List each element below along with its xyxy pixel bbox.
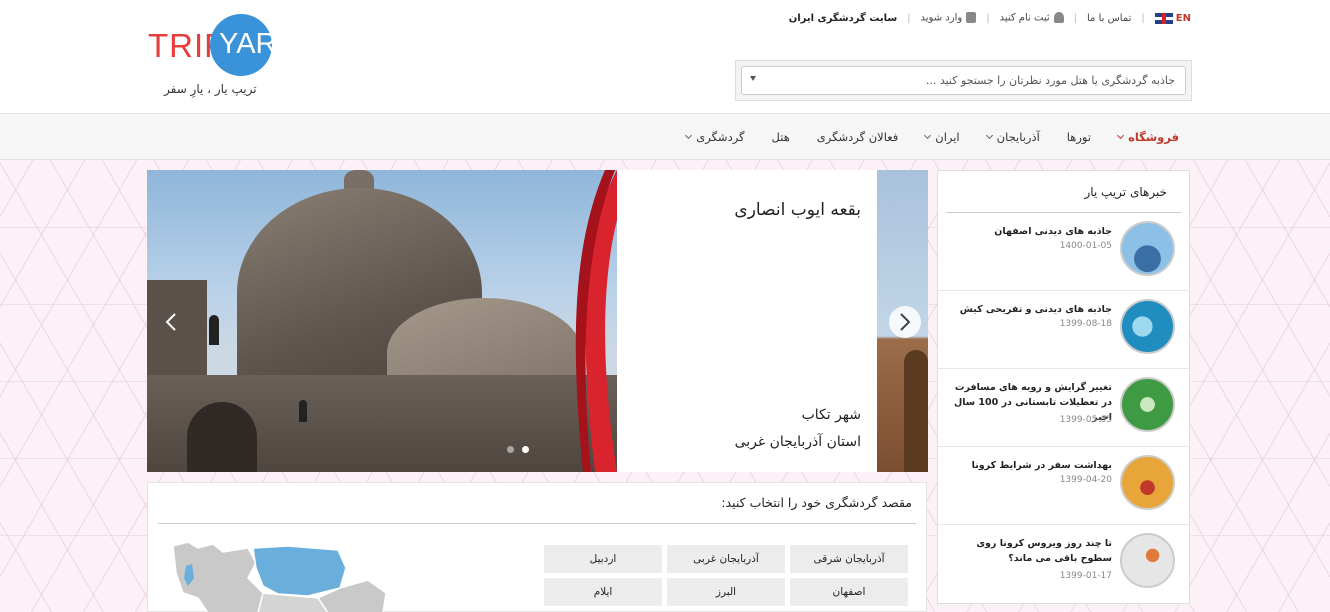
contact-link[interactable]: تماس با ما: [1087, 13, 1131, 24]
chevron-down-icon: [1117, 131, 1125, 139]
news-list: جاذبه های دیدنی اصفهان 1400-01-05 جاذبه …: [938, 213, 1189, 603]
nav-items: گردشگری هتل فعالان گردشگری ایران آذربایج…: [685, 114, 1179, 159]
province-button[interactable]: البرز: [667, 578, 785, 606]
lang-label: EN: [1175, 12, 1191, 24]
chevron-right-icon: [900, 313, 911, 331]
destination-title: مقصد گردشگری خود را انتخاب کنید:: [721, 495, 912, 510]
nav-label: گردشگری: [696, 129, 745, 144]
caret-down-icon[interactable]: [750, 76, 756, 81]
nav-label: آذربایجان: [996, 129, 1040, 144]
next-slide-arch: [904, 350, 928, 472]
news-date: 1399-01-17: [1059, 571, 1112, 581]
nav-item-hotel[interactable]: هتل: [772, 130, 790, 144]
logo-yar-text: YAR: [219, 28, 277, 60]
divider: |: [986, 12, 990, 24]
slider-dot[interactable]: [507, 446, 514, 453]
divider: |: [1073, 12, 1077, 24]
language-switch[interactable]: EN: [1154, 12, 1191, 24]
chevron-down-icon: [924, 131, 932, 139]
slider-next-button[interactable]: [889, 306, 921, 338]
news-item[interactable]: جاذبه های دیدنی و تفریحی کیش 1399-08-18: [938, 291, 1189, 369]
window: [209, 315, 219, 345]
nav-item-tours[interactable]: تورها: [1067, 130, 1091, 144]
site-logo[interactable]: TRIP YAR تریپ یار ، یارِ سفر: [146, 12, 276, 102]
divider: |: [907, 12, 911, 24]
province-button[interactable]: آذربایجان شرقی: [790, 545, 908, 573]
news-thumbnail[interactable]: [1120, 299, 1175, 354]
news-item[interactable]: جاذبه های دیدنی اصفهان 1400-01-05: [938, 213, 1189, 291]
news-date: 1399-04-20: [1059, 475, 1112, 485]
search-container: جاذبه گردشگری یا هتل مورد نظرتان را جستج…: [735, 60, 1192, 101]
chevron-down-icon: [685, 131, 693, 139]
uk-flag-icon: [1154, 12, 1173, 24]
slider-dots: [507, 446, 529, 453]
slide-province: استان آذربایجان غربی: [734, 434, 861, 450]
news-date: 1400-01-05: [1059, 241, 1112, 251]
news-date: 1399-08-18: [1059, 319, 1112, 329]
news-thumbnail[interactable]: [1120, 533, 1175, 588]
site-name-link[interactable]: سایت گردشگری ایران: [789, 13, 897, 24]
map-province-selected: [252, 545, 347, 597]
news-sidebar: خبرهای تریپ یار جاذبه های دیدنی اصفهان 1…: [937, 170, 1190, 604]
slider-dot-active[interactable]: [522, 446, 529, 453]
hero-slider[interactable]: بقعه ایوب انصاری شهر تکاب استان آذربایجا…: [147, 170, 928, 472]
lock-icon: [966, 12, 977, 24]
news-item[interactable]: تا چند روز ویروس کرونا روی سطوح باقی می …: [938, 525, 1189, 603]
province-button[interactable]: اصفهان: [790, 578, 908, 606]
slide-city: شهر تکاب: [801, 407, 861, 423]
province-button[interactable]: اردبیل: [544, 545, 662, 573]
nav-item-azerbaijan[interactable]: آذربایجان: [985, 129, 1040, 144]
province-button[interactable]: ایلام: [544, 578, 662, 606]
nav-item-iran[interactable]: ایران: [924, 129, 960, 144]
news-headline[interactable]: جاذبه های دیدنی و تفریحی کیش: [952, 302, 1112, 317]
nav-item-tourism[interactable]: گردشگری: [685, 129, 745, 144]
news-item[interactable]: بهداشت سفر در شرایط کرونا 1399-04-20: [938, 447, 1189, 525]
slide-title: بقعه ایوب انصاری: [734, 200, 861, 220]
login-link[interactable]: وارد شوید: [921, 12, 977, 24]
window: [299, 400, 307, 422]
login-label: وارد شوید: [920, 12, 963, 24]
slider-prev-button[interactable]: [155, 306, 187, 338]
news-headline[interactable]: جاذبه های دیدنی اصفهان: [952, 224, 1112, 239]
news-headline[interactable]: بهداشت سفر در شرایط کرونا: [952, 458, 1112, 473]
main-navbar: گردشگری هتل فعالان گردشگری ایران آذربایج…: [0, 113, 1330, 160]
news-thumbnail[interactable]: [1120, 221, 1175, 276]
user-icon: [1053, 12, 1064, 24]
nav-label: فعالان گردشگری: [816, 129, 899, 144]
nav-label: هتل: [771, 129, 790, 144]
top-links-bar: سایت گردشگری ایران | وارد شوید | ثبت نام…: [789, 9, 1191, 27]
province-buttons: آذربایجان شرقی آذربایجان غربی اردبیل اصف…: [544, 545, 908, 606]
destination-selector: مقصد گردشگری خود را انتخاب کنید: آذربایج…: [147, 482, 927, 612]
province-button[interactable]: آذربایجان غربی: [667, 545, 785, 573]
news-thumbnail[interactable]: [1120, 377, 1175, 432]
chevron-down-icon: [985, 131, 993, 139]
nav-item-tourism-activists[interactable]: فعالان گردشگری: [817, 130, 898, 144]
slide-photo-shrine: [147, 170, 627, 472]
search-input[interactable]: جاذبه گردشگری یا هتل مورد نظرتان را جستج…: [741, 66, 1186, 95]
map-province-south: [257, 592, 329, 612]
chevron-left-icon: [165, 313, 176, 331]
nav-label: تورها: [1066, 129, 1092, 144]
nav-label: فروشگاه: [1128, 129, 1179, 144]
news-headline[interactable]: تا چند روز ویروس کرونا روی سطوح باقی می …: [952, 536, 1112, 566]
divider: [158, 523, 916, 524]
register-label: ثبت نام کنید: [999, 12, 1050, 24]
register-link[interactable]: ثبت نام کنید: [1000, 12, 1064, 24]
news-title: خبرهای تریپ یار: [1084, 185, 1167, 199]
nav-item-shop[interactable]: فروشگاه: [1117, 129, 1179, 144]
logo-tagline: تریپ یار ، یارِ سفر: [164, 82, 257, 96]
arched-doorway: [187, 402, 257, 472]
news-thumbnail[interactable]: [1120, 455, 1175, 510]
divider: |: [1141, 12, 1145, 24]
news-item[interactable]: تغییر گرایش و رویه های مسافرت در تعطیلات…: [938, 369, 1189, 447]
news-date: 1399-05-05: [1059, 415, 1112, 425]
search-placeholder: جاذبه گردشگری یا هتل مورد نظرتان را جستج…: [925, 74, 1175, 87]
iran-province-map[interactable]: [168, 538, 388, 612]
site-header: TRIP YAR تریپ یار ، یارِ سفر سایت گردشگر…: [0, 0, 1330, 113]
nav-label: ایران: [935, 129, 960, 144]
